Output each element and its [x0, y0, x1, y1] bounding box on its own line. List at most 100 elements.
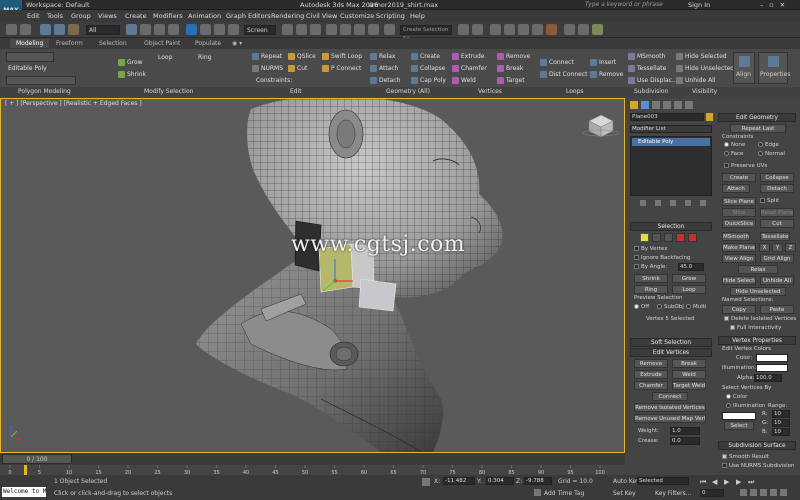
set-key-button[interactable]: Set Key	[613, 490, 636, 497]
extrude-vertex-button[interactable]: Extrude	[634, 370, 668, 379]
tessellate-panel-button[interactable]: Tessellate	[760, 232, 790, 241]
use-nurms-checkbox[interactable]: Use NURMS Subdivision	[722, 463, 794, 469]
display-tab-icon[interactable]	[674, 101, 682, 109]
named-selection-dropdown[interactable]: Create Selection Se	[400, 25, 452, 42]
select-by-illumination-radio[interactable]: Illumination	[726, 403, 765, 409]
detach-geometry-button[interactable]: Detach	[760, 184, 794, 193]
make-planar-y-button[interactable]: Y	[772, 243, 783, 252]
mirror-icon[interactable]	[458, 24, 469, 35]
select-manipulate-icon[interactable]	[296, 24, 307, 35]
reference-coordinate-dropdown[interactable]: Screen	[244, 25, 276, 35]
target-button[interactable]: Target	[497, 77, 525, 84]
hide-selected-panel-button[interactable]: Hide Selected	[722, 276, 756, 285]
by-angle-field[interactable]: 45.0	[678, 263, 704, 271]
repeat-button[interactable]: Repeat	[252, 53, 282, 60]
msmooth-button[interactable]: MSmooth	[628, 53, 665, 60]
make-planar-button[interactable]: Make Planar	[722, 243, 756, 252]
viewport-label[interactable]: [ + ] [Perspective ] [Realistic + Edged …	[5, 100, 142, 107]
detach-button[interactable]: Detach	[370, 77, 400, 84]
copy-selection-button[interactable]: Copy	[722, 305, 756, 314]
vertex-mode-icon[interactable]	[640, 233, 649, 242]
rotate-icon[interactable]	[200, 24, 211, 35]
group-polygon-modeling[interactable]: Polygon Modeling	[18, 88, 71, 95]
view-align-button[interactable]: View Align	[722, 254, 756, 263]
sign-in-link[interactable]: Sign In	[688, 1, 710, 9]
range-r-field[interactable]: 10	[772, 410, 790, 418]
keyboard-shortcut-icon[interactable]	[310, 24, 321, 35]
menu-create[interactable]: Create	[125, 12, 147, 20]
menu-civil-view[interactable]: Civil View	[306, 12, 337, 20]
illumination-swatch[interactable]	[756, 364, 788, 372]
full-interactivity-checkbox[interactable]: Full Interactivity	[730, 325, 781, 331]
hide-selected-ribbon-button[interactable]: Hide Selected	[676, 53, 727, 60]
shrink-button[interactable]: Shrink	[118, 71, 146, 78]
selection-rollout-header[interactable]: Selection	[630, 222, 712, 231]
show-end-result-icon[interactable]	[655, 200, 661, 206]
zoom-icon[interactable]	[740, 489, 747, 496]
quickslice-button[interactable]: QuickSlice	[722, 219, 756, 228]
menu-graph-editors[interactable]: Graph Editors	[226, 12, 271, 20]
x-coordinate-field[interactable]: -11.482	[443, 477, 475, 485]
edit-geometry-rollout-header[interactable]: Edit Geometry	[718, 113, 796, 122]
snaps-toggle-icon[interactable]	[326, 24, 337, 35]
grid-align-button[interactable]: Grid Align	[760, 254, 794, 263]
ribbon-toggle-icon[interactable]	[504, 24, 515, 35]
qslice-button[interactable]: QSlice	[288, 53, 316, 60]
selection-filter-dropdown[interactable]: All	[86, 25, 120, 35]
shrink-button-panel[interactable]: Shrink	[634, 274, 668, 283]
lock-selection-icon[interactable]	[422, 478, 430, 486]
group-subdivision[interactable]: Subdivision	[634, 88, 668, 95]
repeat-last-button[interactable]: Repeat Last	[730, 124, 786, 133]
y-coordinate-field[interactable]: 0.304	[486, 477, 514, 485]
preserve-uvs-checkbox[interactable]: Preserve UVs	[724, 163, 767, 169]
menu-scripting[interactable]: Scripting	[376, 12, 405, 20]
configure-modifier-sets-icon[interactable]	[700, 200, 706, 206]
tab-object-paint[interactable]: Object Paint	[144, 40, 180, 47]
vertex-color-swatch[interactable]	[756, 354, 788, 362]
next-frame-icon[interactable]: ▶	[736, 478, 741, 486]
motion-tab-icon[interactable]	[663, 101, 671, 109]
tab-modeling[interactable]: Modeling	[10, 39, 50, 48]
menu-views[interactable]: Views	[98, 12, 117, 20]
group-loops[interactable]: Loops	[566, 88, 584, 95]
break-vertex-button[interactable]: Break	[672, 359, 706, 368]
object-name-field[interactable]: Plane003	[630, 113, 704, 121]
edit-vertices-rollout-header[interactable]: Edit Vertices	[630, 348, 712, 357]
target-weld-button[interactable]: Target Weld	[672, 381, 706, 390]
time-tag-icon[interactable]	[534, 489, 541, 496]
make-planar-x-button[interactable]: X	[759, 243, 770, 252]
alpha-field[interactable]: 100.0	[754, 374, 782, 382]
menu-rendering[interactable]: Rendering	[271, 12, 304, 20]
create-tab-icon[interactable]	[630, 101, 638, 109]
weight-field[interactable]: 1.0	[670, 427, 700, 435]
object-color-swatch[interactable]	[706, 113, 713, 121]
chamfer-vertex-button[interactable]: Chamfer	[634, 381, 668, 390]
modifier-stack-item[interactable]: Editable Poly	[632, 138, 710, 146]
unhide-all-panel-button[interactable]: Unhide All	[760, 276, 794, 285]
menu-animation[interactable]: Animation	[188, 12, 221, 20]
remove-loop-button[interactable]: Remove	[590, 71, 623, 78]
subobject-level-buttons[interactable]	[6, 52, 54, 62]
percent-snap-icon[interactable]	[354, 24, 365, 35]
undo-icon[interactable]	[6, 24, 17, 35]
field-of-view-icon[interactable]	[770, 489, 777, 496]
by-vertex-checkbox[interactable]: By Vertex	[634, 246, 667, 252]
play-icon[interactable]: ▶	[724, 478, 729, 486]
select-object-icon[interactable]	[126, 24, 137, 35]
loop-button[interactable]: Loop	[158, 54, 172, 61]
modify-tab-icon[interactable]	[641, 101, 649, 109]
current-frame-field[interactable]: 0	[700, 489, 724, 497]
key-filters-button[interactable]: Key Filters...	[655, 490, 692, 497]
ignore-backfacing-checkbox[interactable]: Ignore Backfacing	[634, 255, 690, 261]
cap-poly-button[interactable]: Cap Poly	[411, 77, 446, 84]
maxscript-listener-field[interactable]: Welcome to M	[2, 487, 46, 497]
pin-stack-icon[interactable]	[640, 200, 646, 206]
edit-named-selection-icon[interactable]	[384, 24, 395, 35]
select-color-swatch[interactable]	[722, 412, 756, 420]
tessellate-button[interactable]: Tessellate	[628, 65, 666, 72]
menu-modifiers[interactable]: Modifiers	[153, 12, 183, 20]
preview-multi-radio[interactable]: Multi	[686, 304, 706, 310]
current-frame-marker[interactable]	[24, 465, 27, 475]
zoom-extents-icon[interactable]	[760, 489, 767, 496]
group-modify-selection[interactable]: Modify Selection	[144, 88, 193, 95]
